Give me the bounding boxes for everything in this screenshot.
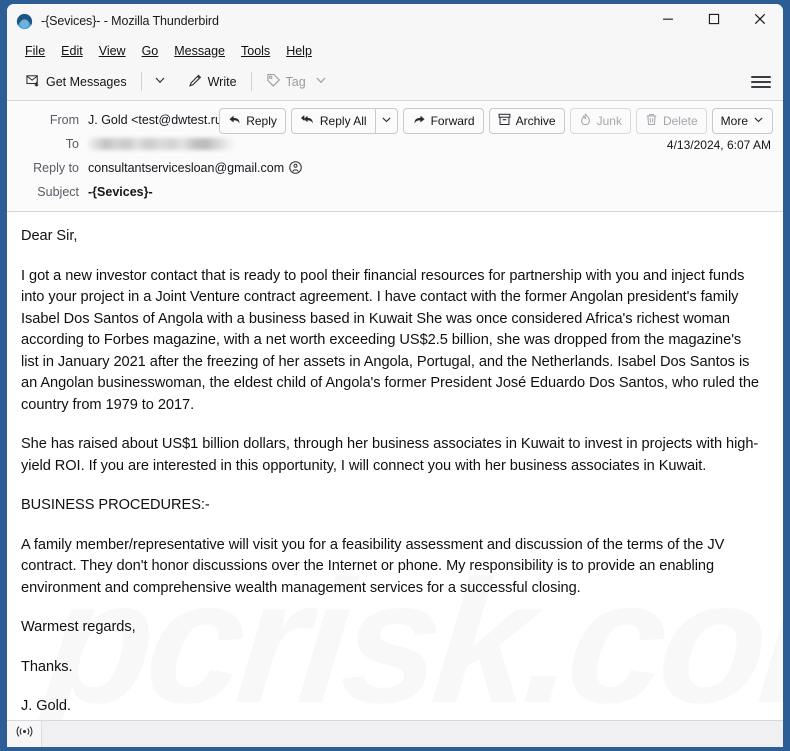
get-messages-label: Get Messages [46, 74, 127, 89]
chevron-down-icon [154, 73, 166, 91]
get-messages-button[interactable]: Get Messages [19, 69, 134, 95]
to-label: To [65, 136, 79, 151]
more-button[interactable]: More [711, 108, 773, 134]
minimize-button[interactable] [645, 4, 691, 38]
reply-all-dropdown-button[interactable] [374, 108, 398, 134]
reply-to-value-group: consultantservicesloan@gmail.com [88, 161, 302, 175]
thunderbird-window: -{Sevices}- - Mozilla Thunderbird File E… [7, 4, 783, 747]
thunderbird-logo-icon [16, 13, 33, 30]
toolbar-separator-1 [140, 72, 142, 91]
message-date: 4/13/2024, 6:07 AM [666, 138, 771, 152]
body-paragraph-signature: J. Gold. [21, 698, 71, 714]
chevron-down-icon [753, 114, 764, 128]
get-messages-envelope-icon [26, 73, 41, 91]
reply-button[interactable]: Reply [219, 108, 286, 134]
menu-item-edit[interactable]: Edit [53, 41, 91, 61]
reply-to-value[interactable]: consultantservicesloan@gmail.com [88, 161, 284, 175]
header-row-to: To [17, 133, 773, 154]
contact-card-icon[interactable] [289, 161, 302, 174]
online-status-button[interactable] [7, 721, 42, 747]
tag-icon [266, 73, 281, 91]
minimize-icon [662, 12, 674, 30]
junk-flame-icon [579, 113, 592, 129]
body-paragraph-thanks: Thanks. [21, 658, 73, 675]
body-paragraph-signoff: Warmest regards, [21, 619, 136, 635]
tag-label: Tag [285, 74, 306, 89]
archive-button[interactable]: Archive [488, 108, 565, 134]
menu-tools-label: Tools [241, 43, 271, 58]
delete-button[interactable]: Delete [635, 108, 707, 134]
body-paragraph-1: I got a new investor contact that is rea… [21, 267, 759, 413]
title-bar: -{Sevices}- - Mozilla Thunderbird [7, 4, 783, 38]
menu-help-label: Help [286, 43, 312, 58]
message-body-content: Dear Sir, I got a new investor contact t… [21, 226, 759, 718]
body-paragraph-procedures-heading: BUSINESS PROCEDURES:- [21, 497, 210, 513]
status-bar [7, 720, 783, 747]
tag-button[interactable]: Tag [259, 69, 334, 95]
header-row-subject: Subject -{Sevices}- [17, 181, 773, 202]
forward-label: Forward [430, 114, 475, 128]
menu-file-label: File [25, 43, 46, 58]
pencil-icon [188, 73, 203, 91]
body-paragraph-3: A family member/representative will visi… [21, 536, 725, 596]
toolbar-separator-2 [250, 72, 252, 91]
to-value-redacted[interactable] [88, 137, 236, 150]
menu-bar: File Edit View Go Message Tools Help [7, 38, 783, 63]
message-body: pcrisk.com Dear Sir, I got a new investo… [7, 212, 783, 720]
menu-item-file[interactable]: File [17, 41, 53, 61]
reply-arrow-icon [228, 113, 241, 129]
hamburger-menu-icon[interactable] [751, 72, 771, 92]
window-title: -{Sevices}- - Mozilla Thunderbird [41, 14, 219, 28]
maximize-button[interactable] [691, 4, 737, 38]
junk-button[interactable]: Junk [569, 108, 631, 134]
chevron-down-icon [315, 74, 327, 89]
subject-label: Subject [37, 184, 79, 199]
reply-all-arrow-icon [300, 113, 315, 129]
reply-label: Reply [246, 114, 277, 128]
menu-item-view[interactable]: View [91, 41, 134, 61]
to-value-group [88, 137, 236, 150]
reply-all-label: Reply All [319, 114, 367, 128]
chevron-down-icon [381, 114, 392, 128]
menu-item-go[interactable]: Go [134, 41, 167, 61]
message-header: From J. Gold <test@dwtest.ru> To Reply t… [7, 101, 783, 212]
from-label: From [49, 112, 79, 127]
header-row-reply-to: Reply to consultantservicesloan@gmail.co… [17, 157, 773, 178]
reply-all-group: Reply All [290, 108, 398, 134]
close-icon [754, 12, 766, 30]
reply-to-label: Reply to [33, 160, 79, 175]
online-status-icon [16, 725, 33, 743]
menu-view-label: View [98, 43, 126, 58]
write-button[interactable]: Write [181, 69, 244, 95]
message-action-buttons: Reply Reply All Forward Archive Junk Del… [219, 108, 773, 134]
menu-go-label: Go [141, 43, 159, 58]
archive-label: Archive [515, 114, 556, 128]
from-value[interactable]: J. Gold <test@dwtest.ru> [88, 113, 229, 127]
subject-value: -{Sevices}- [88, 184, 153, 199]
forward-arrow-icon [412, 113, 426, 129]
body-paragraph-greeting: Dear Sir, [21, 228, 78, 244]
reply-all-button[interactable]: Reply All [290, 108, 375, 134]
body-paragraph-2: She has raised about US$1 billion dollar… [21, 436, 759, 474]
main-toolbar: Get Messages Write Tag [7, 63, 783, 101]
archive-box-icon [498, 113, 511, 129]
menu-item-tools[interactable]: Tools [233, 41, 278, 61]
menu-edit-label: Edit [61, 43, 83, 58]
forward-button[interactable]: Forward [402, 108, 484, 134]
junk-label: Junk [596, 114, 622, 128]
menu-item-help[interactable]: Help [278, 41, 320, 61]
maximize-icon [708, 12, 720, 30]
write-label: Write [207, 74, 237, 89]
close-button[interactable] [737, 4, 783, 38]
menu-item-message[interactable]: Message [166, 41, 233, 61]
more-label: More [720, 114, 748, 128]
get-messages-dropdown-button[interactable] [149, 69, 171, 95]
delete-label: Delete [662, 114, 698, 128]
window-controls [645, 4, 783, 38]
menu-message-label: Message [174, 43, 225, 58]
trash-icon [645, 113, 658, 129]
